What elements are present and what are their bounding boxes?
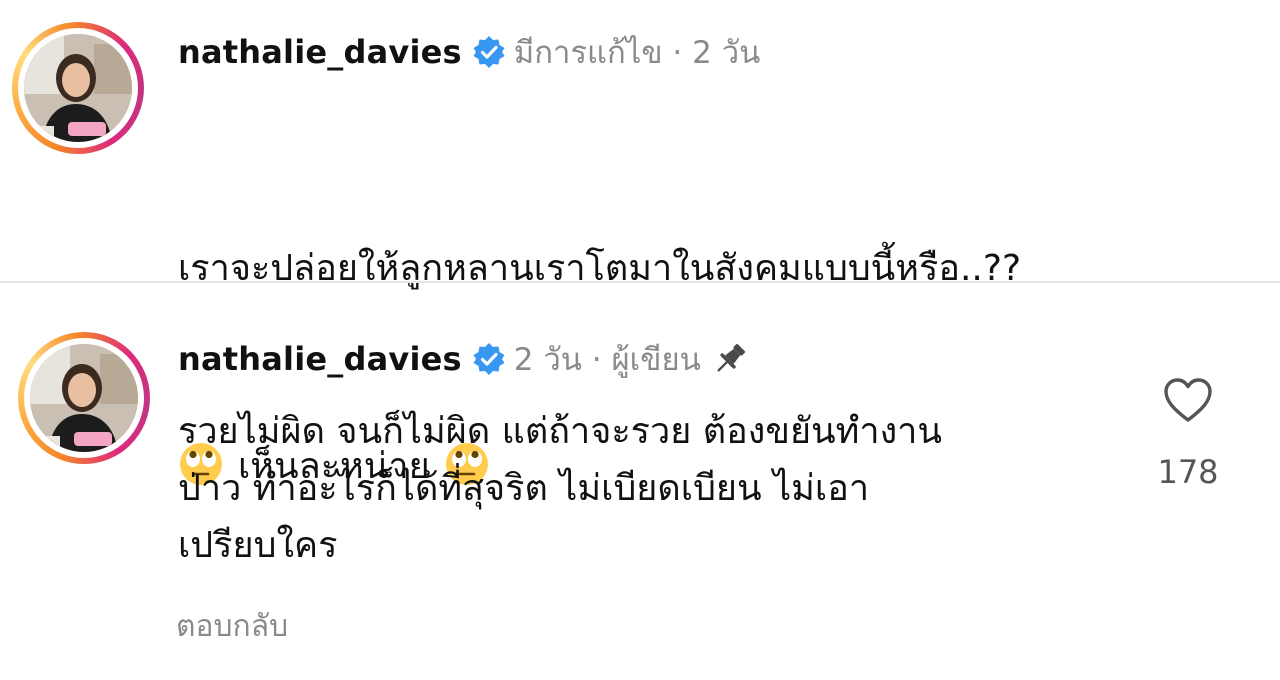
comment-header: nathalie_davies 2 วัน · ผู้เขียน: [178, 337, 749, 381]
comment-meta: มีการแก้ไข · 2 วัน: [513, 35, 761, 71]
comment-text: รวยไม่ผิด จนก็ไม่ผิด แต่ถ้าจะรวย ต้องขยั…: [178, 411, 942, 566]
comment-header: nathalie_davies มีการแก้ไข · 2 วัน: [178, 30, 760, 74]
comment-1: nathalie_davies มีการแก้ไข · 2 วัน เราจะ…: [0, 0, 1280, 487]
username[interactable]: nathalie_davies: [178, 340, 462, 378]
avatar[interactable]: [18, 332, 150, 464]
comment-2: nathalie_davies 2 วัน · ผู้เขียน รวยไม่ผ…: [0, 285, 1280, 680]
avatar-photo: [30, 344, 138, 452]
verified-badge-icon: [472, 35, 506, 69]
username[interactable]: nathalie_davies: [178, 33, 462, 71]
avatar[interactable]: [12, 22, 144, 154]
verified-badge-icon: [472, 342, 506, 376]
like-area: 178: [1140, 375, 1236, 505]
avatar-photo: [24, 34, 132, 142]
like-count: 178: [1157, 453, 1219, 491]
heart-outline-icon[interactable]: [1162, 375, 1214, 427]
reply-button[interactable]: ตอบกลับ: [176, 603, 288, 650]
comment-meta: 2 วัน · ผู้เขียน: [513, 342, 701, 378]
divider: [0, 281, 1280, 283]
pin-icon: [711, 340, 749, 378]
